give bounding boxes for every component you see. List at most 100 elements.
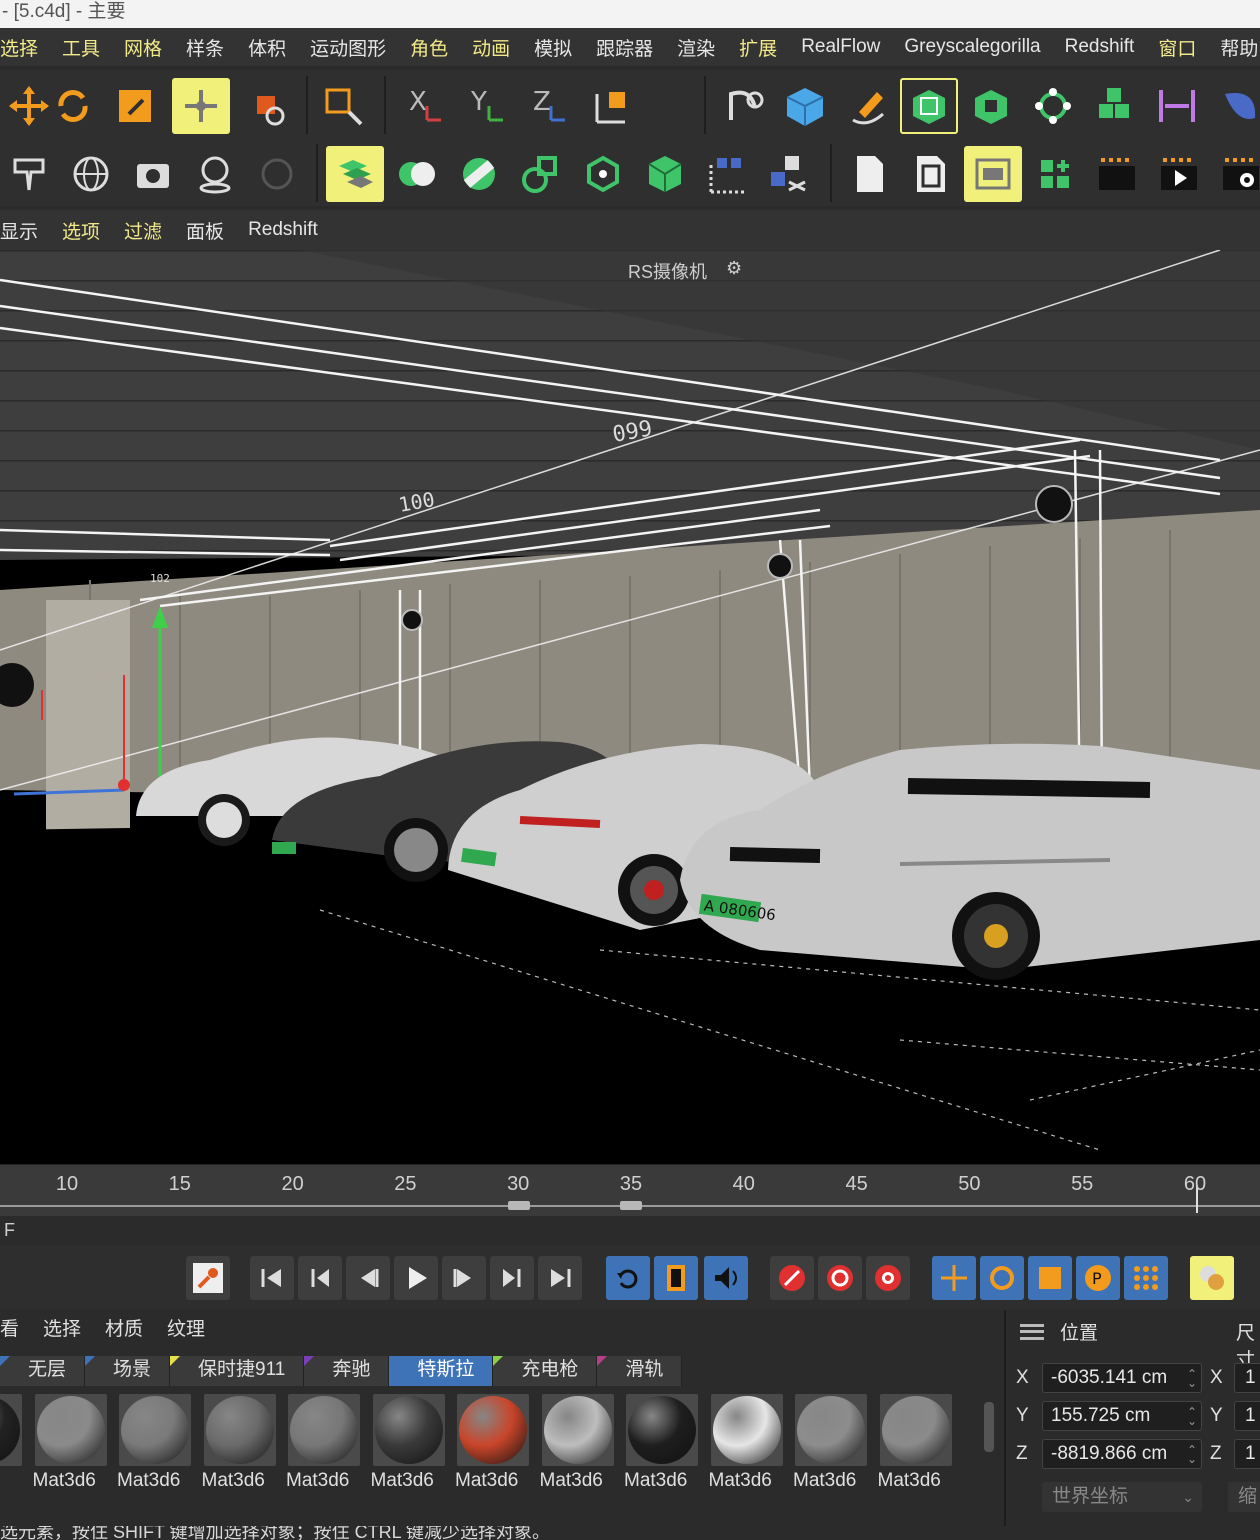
cube-button[interactable] [776, 78, 834, 134]
z-axis-lock-button[interactable]: Z [518, 78, 576, 134]
cloner-button[interactable] [1024, 78, 1082, 134]
mograph-button[interactable] [1086, 78, 1144, 134]
frame-field[interactable]: F [0, 1216, 1260, 1246]
prev-frame-button[interactable] [346, 1256, 390, 1300]
subdivision-button[interactable] [900, 78, 958, 134]
viewport-menu-item[interactable]: 选项 [62, 217, 100, 244]
menu-item[interactable]: 渲染 [677, 34, 715, 61]
material-menu-item[interactable]: 纹理 [167, 1314, 205, 1341]
menu-item[interactable]: 选择 [0, 34, 38, 61]
next-key-button[interactable] [490, 1256, 534, 1300]
viewport-menu-item[interactable]: 显示 [0, 217, 38, 244]
camera-button[interactable] [124, 146, 182, 202]
connect-button[interactable] [450, 146, 508, 202]
extrude-button[interactable] [962, 78, 1020, 134]
plugins-button[interactable] [1026, 146, 1084, 202]
material-menu-item[interactable]: 选择 [43, 1314, 81, 1341]
material-swatch[interactable]: Mat3d6 [198, 1392, 278, 1512]
record-key-button[interactable] [186, 1256, 230, 1300]
key-scale-button[interactable] [1028, 1256, 1072, 1300]
selection-rect-button[interactable] [314, 78, 372, 134]
material-swatch[interactable]: Mat3d6 [705, 1392, 785, 1512]
menu-item[interactable]: 角色 [410, 34, 448, 61]
material-swatch[interactable]: d6 [0, 1392, 24, 1512]
material-swatch[interactable]: Mat3d6 [620, 1392, 700, 1512]
random-button[interactable] [760, 146, 818, 202]
layer-tab[interactable]: 保时捷911 [170, 1356, 305, 1386]
material-swatch[interactable]: Mat3d6 [874, 1392, 954, 1512]
render-button[interactable] [1150, 146, 1208, 202]
scene-ruler-button[interactable] [698, 146, 756, 202]
layer-tab[interactable]: 奔驰 [304, 1356, 390, 1386]
key-rotation-button[interactable] [980, 1256, 1024, 1300]
film-button[interactable] [654, 1256, 698, 1300]
material-swatch[interactable]: Mat3d6 [282, 1392, 362, 1512]
position-y-field[interactable]: 155.725 cm ⌃ ⌄ [1042, 1401, 1202, 1431]
autokey-button[interactable] [770, 1256, 814, 1300]
position-x-field[interactable]: -6035.141 cm ⌃ ⌄ [1042, 1363, 1202, 1393]
floor-button[interactable] [0, 146, 58, 202]
layer-tab[interactable]: 无层 [0, 1356, 86, 1386]
menu-item[interactable]: 网格 [124, 34, 162, 61]
viewport-menu-item[interactable]: Redshift [248, 219, 318, 241]
material-swatch[interactable]: Mat3d6 [29, 1392, 109, 1512]
scale-tool-button[interactable] [106, 78, 164, 134]
material-swatch[interactable]: Mat3d6 [789, 1392, 869, 1512]
material-swatch[interactable]: Mat3d6 [536, 1392, 616, 1512]
menu-item[interactable]: Redshift [1065, 36, 1135, 58]
key-position-button[interactable] [932, 1256, 976, 1300]
viewport-menu-item[interactable]: 面板 [186, 217, 224, 244]
keyframe-marker[interactable] [620, 1201, 642, 1210]
menu-icon[interactable] [1020, 1323, 1044, 1340]
new-document-button[interactable] [840, 146, 898, 202]
play-button[interactable] [394, 1256, 438, 1300]
autokey-rotate-button[interactable] [818, 1256, 862, 1300]
go-to-start-button[interactable] [250, 1256, 294, 1300]
menu-item[interactable]: 窗口 [1158, 34, 1196, 61]
material-scrollbar[interactable] [984, 1402, 994, 1452]
sky-button[interactable] [62, 146, 120, 202]
render-region-button[interactable] [902, 146, 960, 202]
rotate-tool-button[interactable] [44, 78, 102, 134]
timeline-window-button[interactable] [1190, 1256, 1234, 1300]
layer-tab[interactable]: 充电枪 [493, 1356, 598, 1386]
keyframe-marker[interactable] [508, 1201, 530, 1210]
size-x-field[interactable]: 1 [1234, 1363, 1260, 1393]
camera-settings-icon[interactable]: ⚙ [726, 258, 742, 279]
next-frame-button[interactable] [442, 1256, 486, 1300]
material-swatch[interactable]: Mat3d6 [367, 1392, 447, 1512]
field-button[interactable] [1210, 78, 1260, 134]
menu-item[interactable]: RealFlow [801, 36, 880, 58]
material-menu-item[interactable]: 材质 [105, 1314, 143, 1341]
render-settings-button[interactable] [1212, 146, 1260, 202]
menu-item[interactable]: 帮助 [1220, 34, 1258, 61]
spline-pen-button[interactable] [714, 78, 772, 134]
material-swatch[interactable]: Mat3d6 [113, 1392, 193, 1512]
pen-tool-button[interactable] [838, 78, 896, 134]
light-button[interactable] [186, 146, 244, 202]
position-z-field[interactable]: -8819.866 cm ⌃ ⌄ [1042, 1439, 1202, 1469]
menu-item[interactable]: 样条 [186, 34, 224, 61]
material-menu-item[interactable]: 看 [0, 1314, 19, 1341]
live-select-button[interactable] [172, 78, 230, 134]
menu-item[interactable]: 工具 [62, 34, 100, 61]
menu-item[interactable]: 运动图形 [310, 34, 386, 61]
transform-tool-button[interactable] [238, 78, 296, 134]
layer-tab[interactable]: 场景 [85, 1356, 171, 1386]
go-to-end-button[interactable] [538, 1256, 582, 1300]
symmetry-button[interactable] [388, 146, 446, 202]
material-swatch[interactable]: Mat3d6 [451, 1392, 531, 1512]
deformer-button[interactable] [1148, 78, 1206, 134]
menu-item[interactable]: Greyscalegorilla [904, 36, 1040, 58]
array-button[interactable] [574, 146, 632, 202]
loop-button[interactable] [606, 1256, 650, 1300]
3d-viewport[interactable]: A 080606 099 100 102 RS摄像机 ⚙ [0, 250, 1260, 1164]
key-param-button[interactable]: P [1076, 1256, 1120, 1300]
sound-button[interactable] [704, 1256, 748, 1300]
y-axis-lock-button[interactable]: Y [456, 78, 514, 134]
prev-key-button[interactable] [298, 1256, 342, 1300]
viewport-menu-item[interactable]: 过滤 [124, 217, 162, 244]
menu-item[interactable]: 跟踪器 [596, 34, 653, 61]
layer-tab[interactable]: 滑轨 [597, 1356, 683, 1386]
menu-item[interactable]: 动画 [472, 34, 510, 61]
